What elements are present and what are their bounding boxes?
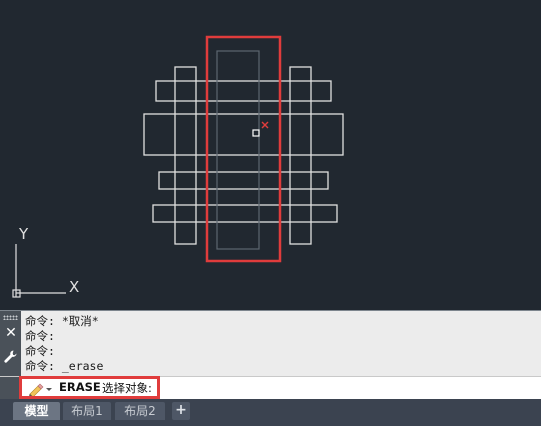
pencil-eraser-icon[interactable] [27,381,53,397]
add-layout-button[interactable]: + [172,402,190,420]
close-icon[interactable]: ✕ [4,326,18,340]
pickbox-cursor [252,129,260,137]
drawing-canvas[interactable]: Y X [0,0,541,310]
ucs-y-label: Y [18,225,29,243]
horizontal-bar-4[interactable] [152,204,338,223]
command-history-lines: 命令: *取消* 命令: 命令: 命令: _erase [25,314,541,374]
tab-model[interactable]: 模型 [13,402,60,420]
tab-layout2[interactable]: 布局2 [115,402,165,420]
command-line-strip [0,377,21,400]
horizontal-bar-3[interactable] [158,171,329,190]
history-line: 命令: _erase [25,359,104,373]
ucs-icon [12,244,66,298]
ucs-x-label: X [69,278,79,296]
history-grip[interactable]: ✕ [0,311,21,377]
command-history-panel: ✕ 命令: *取消* 命令: 命令: 命令: _erase [0,310,541,377]
wrench-icon[interactable] [3,349,18,365]
horizontal-bar-1[interactable] [155,80,332,102]
command-name: ERASE [59,380,101,394]
red-x-marker [261,121,269,129]
history-line: 命令: [25,329,55,343]
horizontal-bar-2[interactable] [143,113,344,156]
history-line: 命令: *取消* [25,314,99,328]
command-input-bar[interactable]: ERASE 选择对象: [0,376,541,400]
selection-highlight [205,35,282,263]
layout-tabs-bar: 模型 布局1 布局2 + [0,399,541,426]
command-prompt[interactable]: 选择对象: [102,380,152,396]
tab-layout1[interactable]: 布局1 [63,402,111,420]
history-line: 命令: [25,344,55,358]
